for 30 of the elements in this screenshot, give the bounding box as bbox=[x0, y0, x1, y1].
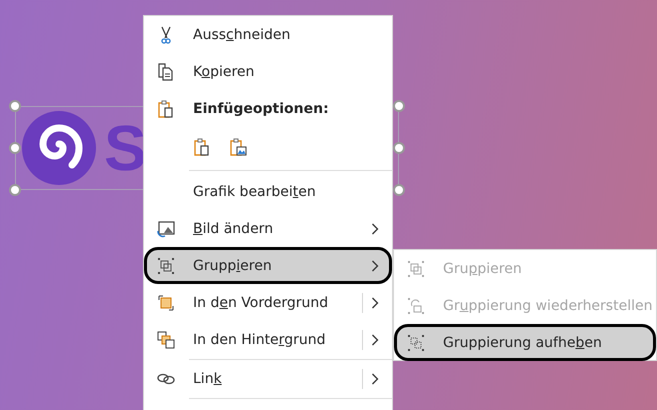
chevron-icon bbox=[371, 296, 379, 308]
chevron-icon bbox=[371, 260, 379, 272]
picture-change-icon bbox=[156, 218, 176, 238]
group-icon bbox=[406, 258, 426, 278]
menu-heading: Einfügeoptionen: bbox=[193, 100, 329, 116]
bring-forward-icon bbox=[156, 292, 176, 312]
resize-handle[interactable] bbox=[9, 100, 21, 112]
chevron-icon bbox=[371, 222, 379, 234]
resize-handle[interactable] bbox=[9, 184, 21, 196]
send-backward-icon bbox=[156, 330, 176, 350]
logo-icon bbox=[22, 111, 96, 185]
menu-item[interactable]: In den Hintergrund bbox=[144, 321, 392, 358]
regroup-icon bbox=[406, 296, 426, 316]
resize-handle[interactable] bbox=[9, 142, 21, 154]
paste-picture-icon bbox=[228, 137, 248, 157]
menu-item[interactable]: In den Vordergrund bbox=[144, 284, 392, 321]
resize-handle[interactable] bbox=[393, 142, 405, 154]
group-icon bbox=[156, 256, 176, 276]
menu-item[interactable]: Kopieren bbox=[144, 53, 392, 90]
resize-handle[interactable] bbox=[393, 100, 405, 112]
menu-item[interactable]: Grafik bearbeiten bbox=[144, 173, 392, 210]
menu-item[interactable]: Link bbox=[144, 360, 392, 397]
menu-item[interactable]: Gruppierung aufheben bbox=[394, 324, 656, 361]
menu-item[interactable]: Ausschneiden bbox=[144, 16, 392, 53]
menu-item[interactable]: Gruppieren bbox=[144, 247, 392, 284]
chevron-icon bbox=[371, 372, 379, 384]
ungroup-icon bbox=[406, 332, 426, 352]
menu-item[interactable]: Bild ändern bbox=[144, 210, 392, 247]
chevron-icon bbox=[371, 334, 379, 346]
resize-handle[interactable] bbox=[393, 184, 405, 196]
